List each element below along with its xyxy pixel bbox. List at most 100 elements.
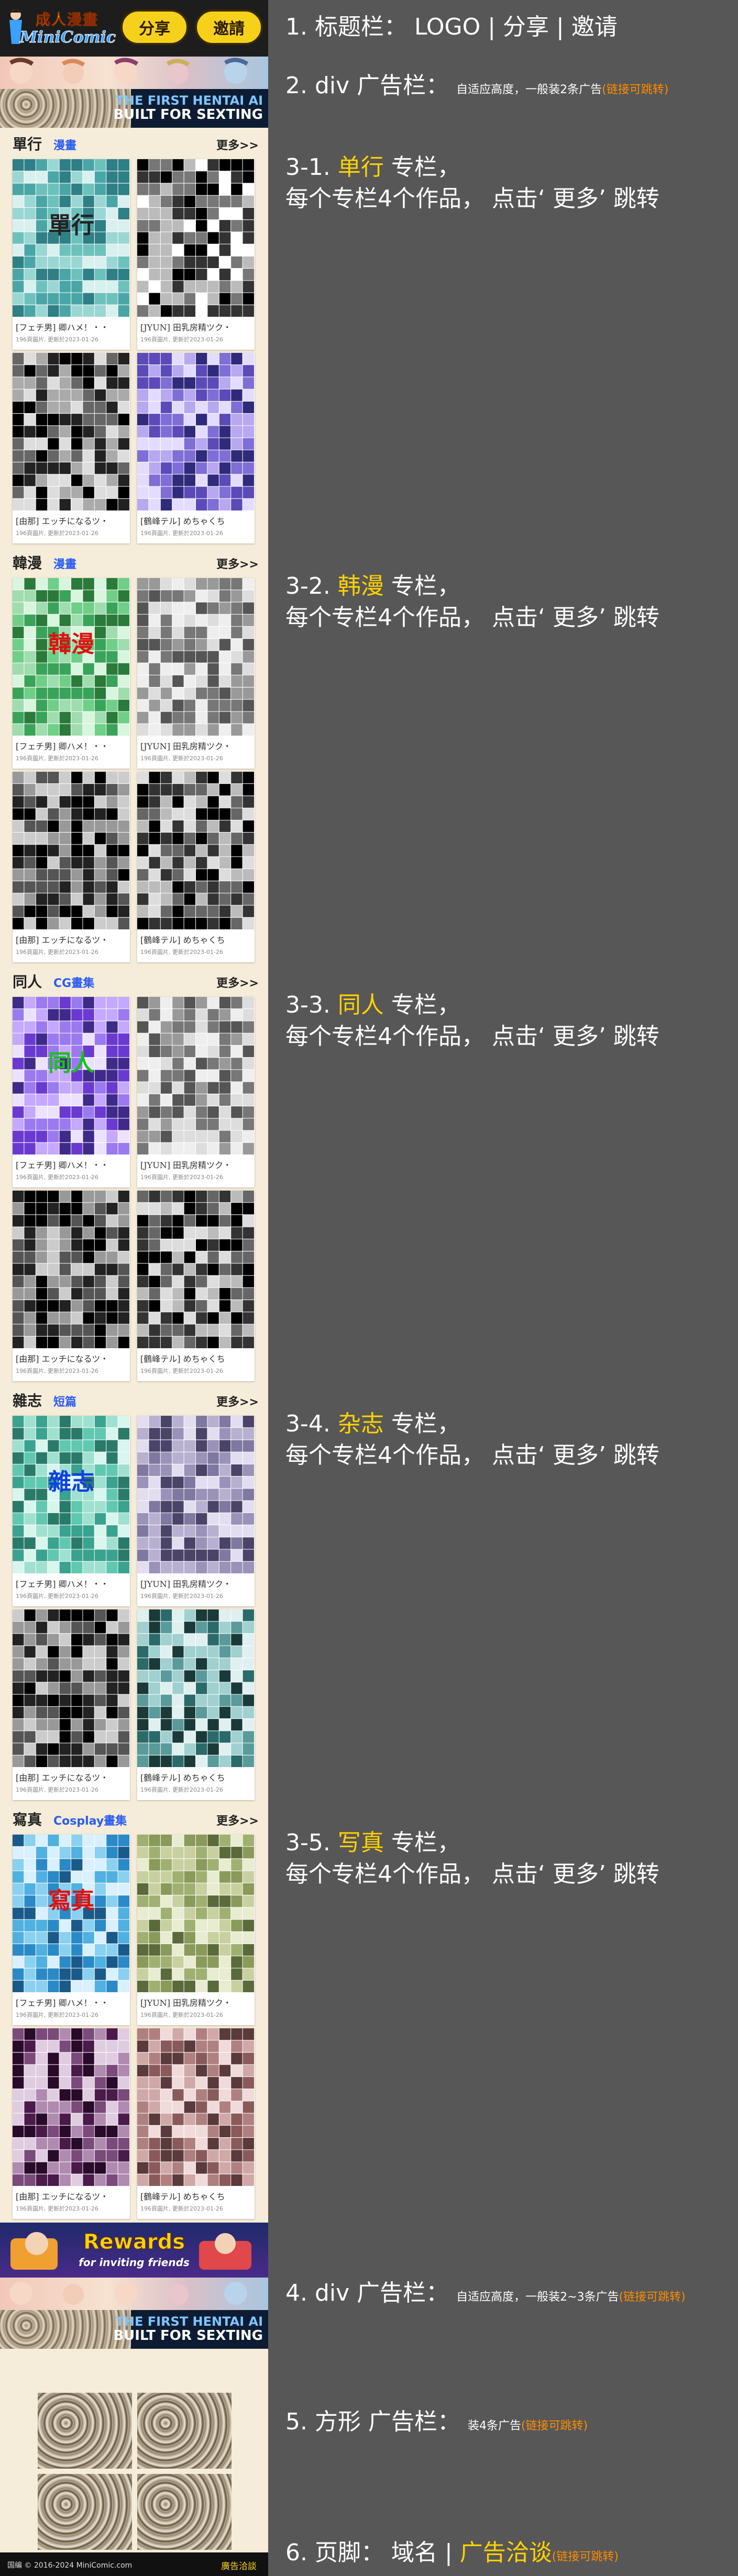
note-line2: 每个专栏4个作品， 点击‘ 更多’ 跳转 xyxy=(285,1442,659,1469)
mosaic-tile xyxy=(149,293,160,305)
more-link[interactable]: 更多>> xyxy=(216,1393,259,1409)
mosaic-tile xyxy=(172,1513,184,1525)
mosaic-tile xyxy=(94,808,106,820)
comic-card[interactable]: [鶴峰テル] めちゃくち 196頁圖片, 更新於2023-01-26 xyxy=(137,2028,255,2219)
mosaic-tile xyxy=(172,712,184,724)
comic-card[interactable]: [由那] エッチになるツ・ 196頁圖片, 更新於2023-01-26 xyxy=(13,1191,130,1381)
mosaic-tile xyxy=(243,845,254,857)
comic-card[interactable]: [JYUN] 田乳房精ツク・ 196頁圖片, 更新於2023-01-26 xyxy=(137,997,255,1187)
mosaic-tile xyxy=(196,1070,207,1082)
comic-card[interactable]: 雜志 [フェチ男] 卿ハメ！・・ 196頁圖片, 更新於2023-01-26 xyxy=(13,1416,130,1606)
comic-card[interactable]: [由那] エッチになるツ・ 196頁圖片, 更新於2023-01-26 xyxy=(13,2028,130,2219)
comic-card[interactable]: [JYUN] 田乳房精ツク・ 196頁圖片, 更新於2023-01-26 xyxy=(137,1835,255,2025)
mosaic-tile xyxy=(24,1094,36,1106)
comic-card[interactable]: [鶴峰テル] めちゃくち 196頁圖片, 更新於2023-01-26 xyxy=(137,1191,255,1381)
mosaic-tile xyxy=(71,1871,83,1883)
mosaic-tile xyxy=(207,401,219,414)
more-link[interactable]: 更多>> xyxy=(216,555,259,572)
comic-card[interactable]: [JYUN] 田乳房精ツク・ 196頁圖片, 更新於2023-01-26 xyxy=(137,578,255,769)
mosaic-tile xyxy=(243,450,254,462)
mosaic-tile xyxy=(137,401,149,414)
mosaic-tile xyxy=(243,1324,254,1336)
ad-contact-link[interactable]: 廣告洽談 xyxy=(221,2559,257,2572)
ad-banner-sexting-2[interactable]: THE FIRST HENTAI AI BUILT FOR SEXTING xyxy=(0,2310,268,2349)
mosaic-tile xyxy=(149,1009,160,1021)
mosaic-tile xyxy=(243,1009,254,1021)
note-5-link: (链接可跳转) xyxy=(521,2419,588,2433)
mosaic-tile xyxy=(24,917,36,929)
comic-card[interactable]: [鶴峰テル] めちゃくち 196頁圖片, 更新於2023-01-26 xyxy=(137,353,255,543)
mosaic-tile xyxy=(71,1513,83,1525)
mosaic-tile xyxy=(13,724,24,736)
mosaic-tile xyxy=(172,1263,184,1275)
mosaic-tile xyxy=(13,2028,24,2040)
mosaic-tile xyxy=(172,281,184,293)
mosaic-tile xyxy=(196,832,207,845)
ad-banner-sexting[interactable]: THE FIRST HENTAI AI BUILT FOR SEXTING xyxy=(0,89,268,128)
mosaic-tile xyxy=(118,1968,129,1980)
mosaic-tile xyxy=(184,1021,195,1033)
mosaic-tile xyxy=(137,1634,149,1646)
comic-card[interactable]: [JYUN] 田乳房精ツク・ 196頁圖片, 更新於2023-01-26 xyxy=(137,1416,255,1606)
comic-card[interactable]: 同人 [フェチ男] 卿ハメ！・・ 196頁圖片, 更新於2023-01-26 xyxy=(13,997,130,1187)
mosaic-tile xyxy=(231,1263,243,1275)
mosaic-tile xyxy=(48,1658,59,1670)
mosaic-tile xyxy=(48,2162,59,2174)
mosaic-tile xyxy=(149,1847,160,1859)
square-ad-4[interactable] xyxy=(137,2474,232,2550)
mosaic-tile xyxy=(172,2052,184,2064)
mosaic-tile xyxy=(160,1561,172,1573)
mosaic-tile xyxy=(149,377,160,389)
mosaic-tile xyxy=(118,1847,129,1859)
comic-card[interactable]: [JYUN] 田乳房精ツク・ 196頁圖片, 更新於2023-01-26 xyxy=(137,159,255,350)
cover-image xyxy=(13,1609,129,1767)
mosaic-tile xyxy=(59,1980,71,1992)
more-link[interactable]: 更多>> xyxy=(216,136,259,153)
mosaic-tile xyxy=(118,1658,129,1670)
comic-card[interactable]: [鶴峰テル] めちゃくち 196頁圖片, 更新於2023-01-26 xyxy=(137,1609,255,1800)
comic-card[interactable]: 單行 [フェチ男] 卿ハメ！・・ 196頁圖片, 更新於2023-01-26 xyxy=(13,159,130,350)
mosaic-tile xyxy=(149,1263,160,1275)
mosaic-tile xyxy=(94,1106,106,1118)
ad-banner-anime-2[interactable] xyxy=(0,2278,268,2310)
comic-card[interactable]: [由那] エッチになるツ・ 196頁圖片, 更新於2023-01-26 xyxy=(13,353,130,543)
mosaic-tile xyxy=(231,1428,243,1440)
mosaic-tile xyxy=(36,1931,48,1944)
mosaic-tile xyxy=(243,159,254,171)
more-link[interactable]: 更多>> xyxy=(216,1812,259,1828)
mosaic-tile xyxy=(94,2101,106,2113)
site-logo[interactable]: 成人漫畫 MiniComic xyxy=(5,4,116,52)
mosaic-tile xyxy=(118,414,129,426)
more-link[interactable]: 更多>> xyxy=(216,974,259,991)
mosaic-tile xyxy=(160,232,172,244)
mosaic-tile xyxy=(36,498,48,510)
stones-image xyxy=(0,2310,131,2349)
mosaic-tile xyxy=(106,869,118,881)
square-ad-1[interactable] xyxy=(38,2393,132,2469)
invite-button[interactable]: 邀請 xyxy=(195,9,263,45)
mosaic-tile xyxy=(172,183,184,195)
square-ad-3[interactable] xyxy=(38,2474,132,2550)
comic-card[interactable]: [鶴峰テル] めちゃくち 196頁圖片, 更新於2023-01-26 xyxy=(137,772,255,962)
mosaic-tile xyxy=(149,1476,160,1489)
comic-card[interactable]: 韓漫 [フェチ男] 卿ハメ！・・ 196頁圖片, 更新於2023-01-26 xyxy=(13,578,130,769)
mosaic-tile xyxy=(94,687,106,699)
share-button[interactable]: 分享 xyxy=(120,9,189,45)
comic-card[interactable]: 寫真 [フェチ男] 卿ハメ！・・ 196頁圖片, 更新於2023-01-26 xyxy=(13,1835,130,2025)
mosaic-tile xyxy=(184,171,195,183)
comic-card[interactable]: [由那] エッチになるツ・ 196頁圖片, 更新於2023-01-26 xyxy=(13,1609,130,1800)
mosaic-tile xyxy=(184,1706,195,1718)
mosaic-tile xyxy=(219,1682,231,1694)
ad-banner-rewards[interactable]: Rewards for inviting friends xyxy=(0,2223,268,2278)
mosaic-tile xyxy=(231,1956,243,1968)
comic-title: [JYUN] 田乳房精ツク・ xyxy=(140,1998,232,2008)
mosaic-tile xyxy=(196,997,207,1009)
mosaic-tile xyxy=(71,365,83,377)
mosaic-tile xyxy=(184,1670,195,1682)
comic-card[interactable]: [由那] エッチになるツ・ 196頁圖片, 更新於2023-01-26 xyxy=(13,772,130,962)
mosaic-tile xyxy=(118,377,129,389)
square-ad-2[interactable] xyxy=(137,2393,232,2469)
mosaic-tile xyxy=(118,365,129,377)
mosaic-tile xyxy=(13,1682,24,1694)
ad-banner-anime[interactable] xyxy=(0,57,268,89)
